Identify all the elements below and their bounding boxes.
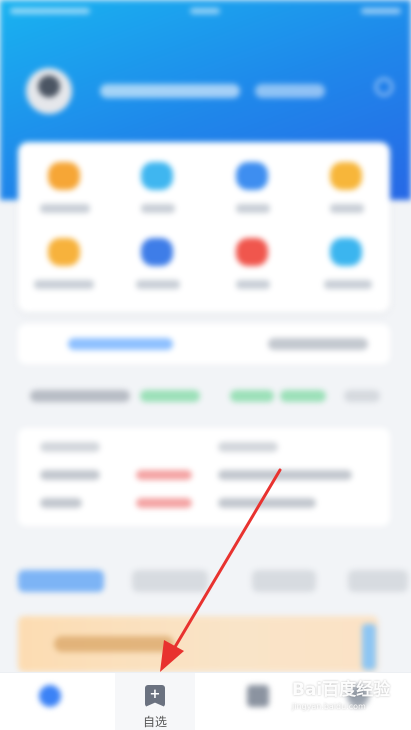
header-title	[100, 84, 240, 98]
content-tab[interactable]	[132, 570, 208, 592]
tab-home[interactable]	[10, 673, 90, 730]
feature-icon[interactable]	[48, 162, 80, 190]
feature-icon[interactable]	[330, 238, 362, 266]
feature-icon[interactable]	[236, 238, 268, 266]
tab-market[interactable]	[218, 673, 298, 730]
watermark-logo: Bai百度经验	[292, 680, 391, 700]
segment-right[interactable]	[268, 338, 368, 350]
feature-grid	[18, 142, 390, 312]
market-icon	[247, 685, 269, 707]
search-icon[interactable]	[375, 78, 393, 96]
banner-edge	[362, 624, 376, 670]
status-bar	[10, 4, 401, 20]
content-tab[interactable]	[348, 570, 408, 592]
segment-left[interactable]	[68, 338, 173, 350]
quote-panel	[18, 428, 390, 526]
header-subtitle[interactable]	[255, 84, 325, 98]
index-strip	[18, 380, 390, 414]
avatar[interactable]	[26, 68, 72, 114]
baidu-watermark: Bai百度经验 jingyan.baidu.com	[292, 675, 402, 725]
segment-control[interactable]	[18, 324, 390, 364]
content-tabs	[0, 560, 411, 600]
promo-banner[interactable]	[18, 616, 378, 672]
feature-icon[interactable]	[141, 162, 173, 190]
feature-icon[interactable]	[141, 238, 173, 266]
content-tab[interactable]	[18, 570, 104, 592]
plus-icon: +	[149, 687, 161, 702]
tab-zixuan-label: 自选	[142, 715, 167, 729]
feature-icon[interactable]	[330, 162, 362, 190]
tab-zixuan[interactable]: + 自选	[115, 673, 195, 730]
feature-icon[interactable]	[48, 238, 80, 266]
home-icon	[39, 685, 61, 707]
content-tab[interactable]	[252, 570, 316, 592]
feature-icon[interactable]	[236, 162, 268, 190]
watermark-url: jingyan.baidu.com	[292, 702, 366, 711]
